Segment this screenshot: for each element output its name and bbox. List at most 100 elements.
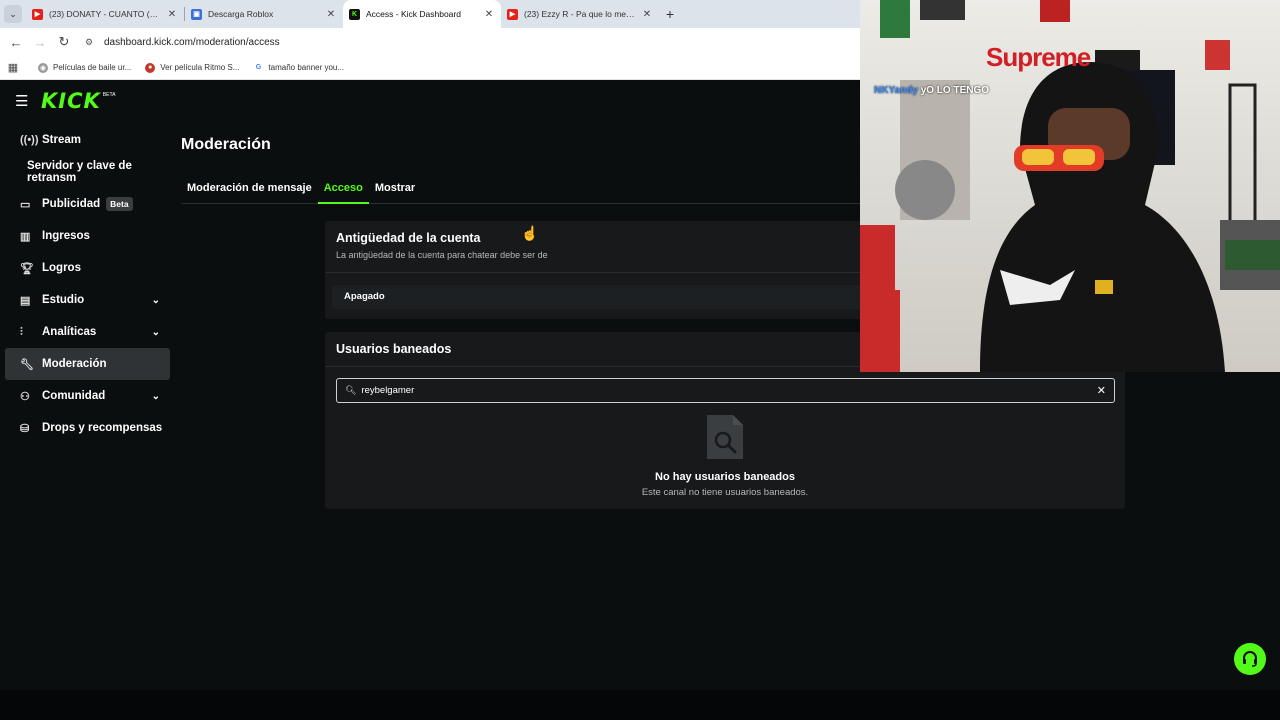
ads-icon: ▭ bbox=[20, 198, 31, 211]
sidebar-item-label: Estudio bbox=[42, 294, 85, 306]
broadcast-icon: ((•)) bbox=[20, 134, 39, 146]
google-icon: G bbox=[255, 64, 262, 71]
clear-icon[interactable]: ✕ bbox=[1097, 384, 1106, 397]
caption-message: yO LO TENGO bbox=[920, 85, 990, 96]
browser-tab[interactable]: ▶ (23) Ezzy R - Pa que lo meneee ✕ bbox=[501, 0, 659, 28]
globe-icon: ◉ bbox=[38, 62, 48, 73]
browser-tab-bar: ⌄ ▶ (23) DONATY - CUANTO (VIDE ✕ ▣ Desca… bbox=[0, 0, 860, 28]
sidebar-item-achievements[interactable]: 🏆︎ Logros bbox=[5, 252, 170, 284]
chevron-down-icon: ⌄ bbox=[151, 326, 160, 338]
sidebar-item-label: Analíticas bbox=[42, 326, 97, 338]
drops-icon: ⛁ bbox=[20, 422, 30, 435]
bookmark-label: tamaño banner you... bbox=[268, 63, 345, 72]
bookmark-label: Ver película Ritmo S... bbox=[160, 63, 240, 72]
site-icon: ● bbox=[145, 62, 156, 73]
bookmark[interactable]: ● Ver película Ritmo S... bbox=[145, 62, 240, 73]
help-chat-button[interactable] bbox=[1234, 643, 1266, 675]
studio-icon: ▤ bbox=[20, 294, 31, 307]
forward-arrow-icon[interactable]: → bbox=[28, 35, 52, 50]
logo-beta-badge: BETA bbox=[102, 92, 116, 98]
headset-icon bbox=[1243, 651, 1257, 667]
bookmark[interactable]: ◉ Películas de baile ur... bbox=[38, 62, 132, 73]
sidebar-item-moderation[interactable]: 🔧︎ Moderación bbox=[5, 348, 170, 380]
sidebar-item-studio[interactable]: ▤ Estudio ⌄ bbox=[5, 284, 170, 316]
sidebar-item-stream[interactable]: ((•)) Stream bbox=[5, 124, 170, 156]
sidebar-nav: ((•)) Stream Servidor y clave de retrans… bbox=[0, 124, 175, 444]
banned-users-search-input[interactable]: 🔍︎ reybelgamer ✕ bbox=[336, 378, 1115, 403]
sidebar: ☰ KICK BETA ((•)) Stream Servidor y clav… bbox=[0, 80, 175, 690]
address-bar: ← → ↻ ⚙ dashboard.kick.com/moderation/ac… bbox=[0, 28, 860, 56]
sidebar-item-revenue[interactable]: ▥ Ingresos bbox=[5, 220, 170, 252]
logo-row: ☰ KICK BETA bbox=[0, 80, 175, 122]
tab-title: Descarga Roblox bbox=[208, 9, 274, 19]
close-icon[interactable]: ✕ bbox=[483, 9, 495, 20]
card-title: Antigüedad de la cuenta bbox=[336, 231, 481, 245]
search-value: reybelgamer bbox=[361, 385, 415, 396]
empty-state-subtitle: Este canal no tiene usuarios baneados. bbox=[641, 487, 809, 498]
browser-tab[interactable]: ▣ Descarga Roblox ✕ bbox=[185, 0, 343, 28]
apps-grid-icon[interactable]: ▦ bbox=[0, 61, 26, 74]
card-description: La antigüedad de la cuenta para chatear … bbox=[336, 250, 548, 260]
chart-icon: ▥ bbox=[20, 230, 31, 243]
tab-title: (23) DONATY - CUANTO (VIDE bbox=[49, 9, 162, 19]
beta-badge: Beta bbox=[106, 197, 133, 211]
sidebar-item-community[interactable]: ⚇ Comunidad ⌄ bbox=[5, 380, 170, 412]
bookmark-label: Películas de baile ur... bbox=[53, 63, 132, 72]
kick-icon: K bbox=[349, 8, 360, 20]
close-icon[interactable]: ✕ bbox=[325, 9, 337, 20]
close-icon[interactable]: ✕ bbox=[641, 9, 653, 20]
sidebar-item-drops[interactable]: ⛁ Drops y recompensas bbox=[5, 412, 170, 444]
tab-access[interactable]: Acceso bbox=[317, 174, 369, 204]
webcam-overlay: Supreme NKYandy yO LO TENGO bbox=[860, 0, 1280, 372]
hand-cursor-icon: ☝ bbox=[521, 225, 539, 241]
sidebar-item-label: Logros bbox=[42, 262, 81, 274]
sidebar-item-label: Servidor y clave de retransm bbox=[27, 160, 132, 184]
empty-search-document-icon bbox=[707, 415, 743, 459]
sidebar-item-label: Drops y recompensas bbox=[42, 422, 163, 434]
kick-logo[interactable]: KICK bbox=[41, 89, 101, 113]
new-tab-button[interactable]: + bbox=[659, 0, 681, 28]
tab-search-button[interactable]: ⌄ bbox=[0, 0, 26, 28]
site-settings-icon[interactable]: ⚙ bbox=[82, 35, 96, 49]
trophy-icon: 🏆︎ bbox=[20, 262, 34, 275]
sidebar-item-label: Ingresos bbox=[42, 230, 90, 242]
webcam-sign-text: Supreme bbox=[986, 42, 1091, 72]
menu-icon[interactable]: ☰ bbox=[15, 92, 41, 110]
moderation-tabs: Moderación de mensaje Acceso Mostrar bbox=[181, 174, 861, 204]
webcam-caption: NKYandy yO LO TENGO bbox=[874, 85, 989, 96]
youtube-icon: ▶ bbox=[32, 8, 43, 20]
page-title: Moderación bbox=[181, 136, 271, 153]
chevron-down-icon: ⌄ bbox=[151, 294, 160, 306]
sidebar-item-analytics[interactable]: ⫶ Analíticas ⌄ bbox=[5, 316, 170, 348]
reload-icon[interactable]: ↻ bbox=[52, 34, 76, 50]
youtube-icon: ▶ bbox=[507, 8, 518, 20]
sidebar-item-label: Publicidad bbox=[42, 198, 101, 210]
search-icon: 🔍︎ bbox=[345, 385, 357, 395]
sidebar-item-label: Stream bbox=[42, 134, 81, 146]
sidebar-item-label: Comunidad bbox=[42, 390, 106, 402]
caption-username: NKYandy bbox=[874, 85, 918, 96]
card-title: Usuarios baneados bbox=[336, 342, 452, 356]
close-icon[interactable]: ✕ bbox=[166, 9, 178, 20]
url-field[interactable]: ⚙ dashboard.kick.com/moderation/access bbox=[82, 31, 852, 53]
chevron-down-icon: ⌄ bbox=[151, 390, 160, 402]
url-text: dashboard.kick.com/moderation/access bbox=[104, 36, 280, 48]
sidebar-item-stream-key[interactable]: Servidor y clave de retransm bbox=[5, 156, 170, 188]
browser-tab-active[interactable]: K Access - Kick Dashboard ✕ bbox=[343, 0, 501, 28]
bottom-strip bbox=[0, 690, 1280, 720]
sidebar-item-label: Moderación bbox=[42, 358, 107, 370]
bookmark[interactable]: G tamaño banner you... bbox=[253, 63, 344, 73]
browser-tab[interactable]: ▶ (23) DONATY - CUANTO (VIDE ✕ bbox=[26, 0, 184, 28]
tab-message-moderation[interactable]: Moderación de mensaje bbox=[181, 174, 318, 204]
bookmarks-bar: ▦ ◉ Películas de baile ur... ● Ver pelíc… bbox=[0, 56, 860, 80]
sidebar-item-ads[interactable]: ▭ Publicidad Beta bbox=[5, 188, 170, 220]
community-icon: ⚇ bbox=[20, 390, 30, 403]
back-arrow-icon[interactable]: ← bbox=[4, 35, 28, 50]
wrench-icon: 🔧︎ bbox=[20, 358, 34, 371]
roblox-icon: ▣ bbox=[191, 8, 202, 20]
tab-display[interactable]: Mostrar bbox=[369, 174, 421, 204]
tab-title: (23) Ezzy R - Pa que lo meneee bbox=[524, 9, 637, 19]
chevron-down-icon: ⌄ bbox=[4, 5, 22, 23]
tab-title: Access - Kick Dashboard bbox=[366, 9, 461, 19]
analytics-icon: ⫶ bbox=[20, 325, 23, 338]
